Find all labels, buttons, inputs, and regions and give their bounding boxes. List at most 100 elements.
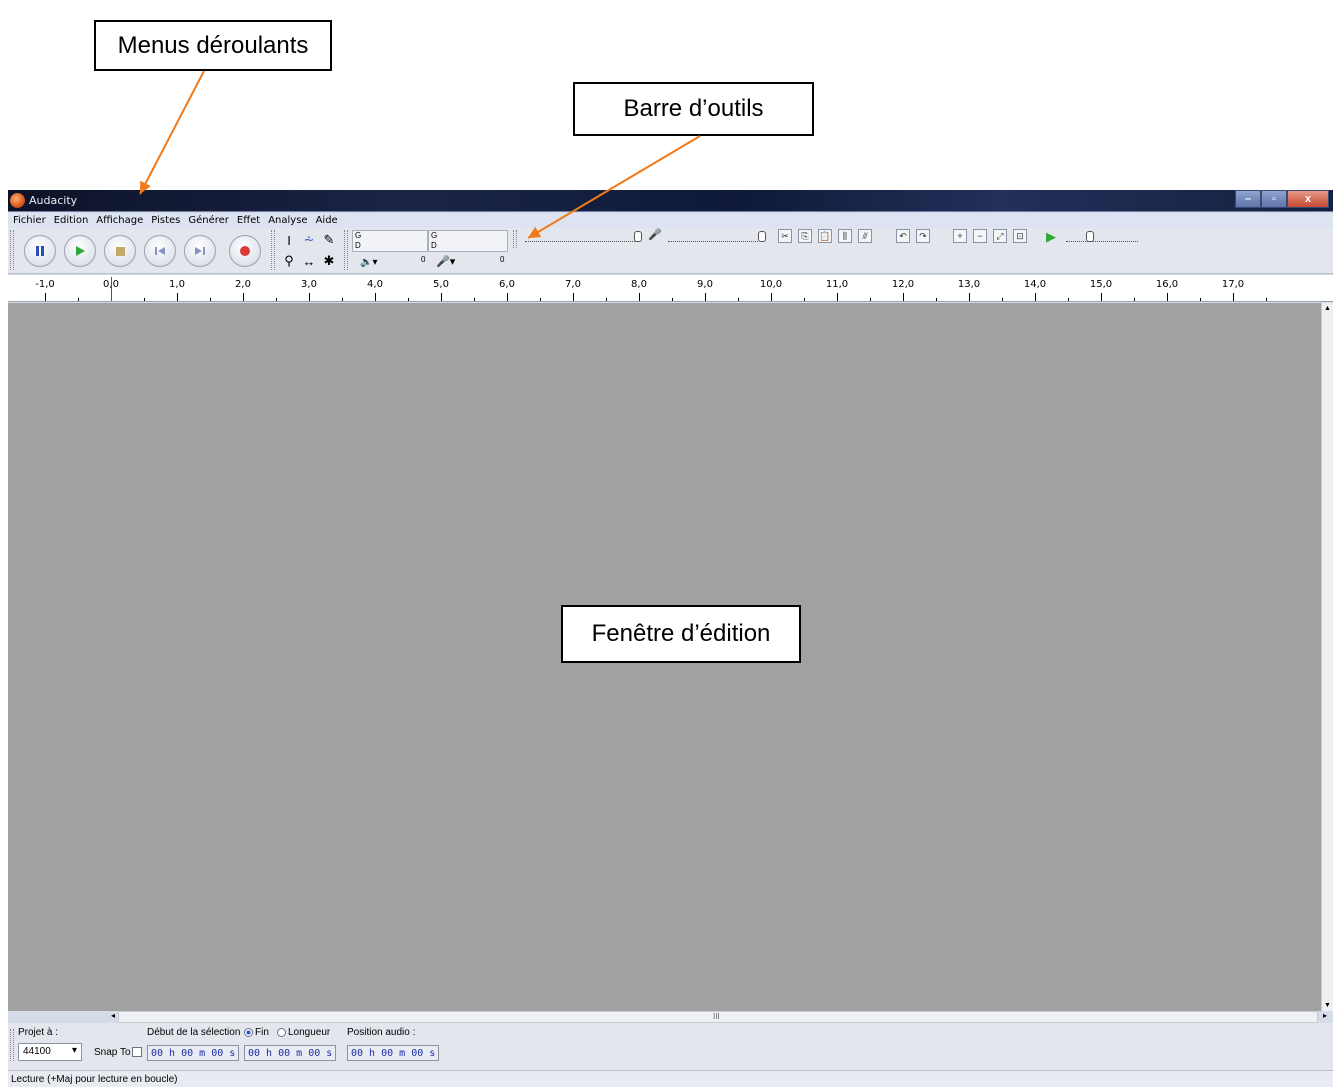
scroll-down-arrow[interactable]: ▼ <box>1324 1002 1331 1009</box>
end-radio-option[interactable]: Fin <box>244 1027 269 1038</box>
selection-end-time[interactable]: 00 h 00 m 00 s <box>244 1045 336 1061</box>
selection-tool-icon[interactable]: I <box>280 231 298 249</box>
horizontal-scrollbar[interactable]: ◂ III ▸ <box>111 1011 1327 1023</box>
ruler-major-tick <box>1167 293 1168 301</box>
draw-tool-icon[interactable]: ✎ <box>320 231 338 249</box>
selection-grip[interactable] <box>10 1029 14 1061</box>
input-zero-label: 0 <box>500 255 505 264</box>
menu-pistes[interactable]: Pistes <box>151 215 180 226</box>
input-meter[interactable]: G D <box>428 230 508 252</box>
close-button[interactable]: x <box>1287 190 1329 208</box>
skip-end-button[interactable] <box>184 235 216 267</box>
mixer-grip[interactable] <box>513 230 517 248</box>
vertical-scrollbar[interactable]: ▲ ▼ <box>1321 303 1333 1011</box>
ruler-minor-tick <box>342 298 343 301</box>
play-speed-thumb[interactable] <box>1086 231 1094 242</box>
length-label: Longueur <box>288 1027 331 1038</box>
fit-project-icon[interactable]: ⊡ <box>1013 229 1027 243</box>
toolbar-grip[interactable] <box>10 230 14 270</box>
input-volume-thumb[interactable] <box>758 231 766 242</box>
output-volume-thumb[interactable] <box>634 231 642 242</box>
menu-effet[interactable]: Effet <box>237 215 260 226</box>
envelope-tool-icon[interactable]: ⩪ <box>300 231 318 249</box>
arrow-menus <box>139 70 205 195</box>
minimize-button[interactable]: – <box>1235 190 1261 208</box>
fit-selection-icon[interactable]: ⤢ <box>993 229 1007 243</box>
input-volume-icon: 🎤 <box>648 229 662 241</box>
ruler-major-tick <box>309 293 310 301</box>
audio-position-time[interactable]: 00 h 00 m 00 s <box>347 1045 439 1061</box>
meter-grip[interactable] <box>344 230 348 270</box>
zoom-in-icon[interactable]: + <box>953 229 967 243</box>
length-radio-option[interactable]: Longueur <box>277 1027 330 1038</box>
menu-affichage[interactable]: Affichage <box>96 215 143 226</box>
toolbar: I ⩪ ✎ ⚲ ↔ ✱ G D G D 🔈▾ 0 🎤▾ 0 🎤 ✂ ⎘ 📋 ⫼ … <box>8 228 1333 274</box>
window-title: Audacity <box>29 194 78 207</box>
tools-grip[interactable] <box>271 230 275 270</box>
pause-icon <box>36 246 44 256</box>
redo-icon[interactable]: ↷ <box>916 229 930 243</box>
maximize-button[interactable]: ▫ <box>1261 190 1287 208</box>
zoom-tool-icon[interactable]: ⚲ <box>280 252 298 270</box>
output-volume-slider[interactable] <box>525 236 635 242</box>
undo-icon[interactable]: ↶ <box>896 229 910 243</box>
trim-icon[interactable]: ⫼ <box>838 229 852 243</box>
playhead-marker[interactable] <box>111 277 112 301</box>
ruler-label: 5,0 <box>433 279 449 290</box>
skip-start-icon <box>155 247 165 255</box>
ruler-label: 7,0 <box>565 279 581 290</box>
ruler-label: 14,0 <box>1023 279 1047 290</box>
ruler-label: 6,0 <box>499 279 515 290</box>
timeline-ruler[interactable]: -1,00,01,02,03,04,05,06,07,08,09,010,011… <box>8 275 1333 302</box>
microphone-icon[interactable]: 🎤▾ <box>436 255 455 268</box>
copy-icon[interactable]: ⎘ <box>798 229 812 243</box>
play-speed-slider[interactable] <box>1066 236 1138 242</box>
output-zero-label: 0 <box>421 255 426 264</box>
ruler-major-tick <box>375 293 376 301</box>
scroll-left-arrow[interactable]: ◂ <box>111 1011 115 1020</box>
ruler-label: 13,0 <box>957 279 981 290</box>
timeshift-tool-icon[interactable]: ↔ <box>300 252 318 270</box>
input-volume-slider[interactable] <box>668 236 758 242</box>
snap-to-checkbox[interactable] <box>132 1047 142 1057</box>
menu-edition[interactable]: Edition <box>54 215 89 226</box>
play-button[interactable] <box>64 235 96 267</box>
record-icon <box>240 246 250 256</box>
speaker-icon[interactable]: 🔈▾ <box>360 257 377 268</box>
record-button[interactable] <box>229 235 261 267</box>
output-meter[interactable]: G D <box>352 230 428 252</box>
ruler-minor-tick <box>738 298 739 301</box>
project-rate-select[interactable]: 44100 ▾ <box>18 1043 82 1061</box>
zoom-out-icon[interactable]: − <box>973 229 987 243</box>
ruler-label: 17,0 <box>1221 279 1245 290</box>
multi-tool-icon[interactable]: ✱ <box>320 252 338 270</box>
skip-start-button[interactable] <box>144 235 176 267</box>
ruler-major-tick <box>177 293 178 301</box>
selection-start-time[interactable]: 00 h 00 m 00 s <box>147 1045 239 1061</box>
output-meter-right-label: D <box>355 241 361 250</box>
ruler-minor-tick <box>804 298 805 301</box>
menu-analyse[interactable]: Analyse <box>268 215 307 226</box>
silence-icon[interactable]: ⫻ <box>858 229 872 243</box>
ruler-label: 1,0 <box>169 279 185 290</box>
ruler-major-tick <box>903 293 904 301</box>
ruler-major-tick <box>705 293 706 301</box>
status-bar: Lecture (+Maj pour lecture en boucle) <box>8 1070 1333 1087</box>
paste-icon[interactable]: 📋 <box>818 229 832 243</box>
play-at-speed-icon[interactable]: ▶ <box>1046 229 1056 245</box>
stop-button[interactable] <box>104 235 136 267</box>
ruler-minor-tick <box>210 298 211 301</box>
scroll-right-arrow[interactable]: ▸ <box>1323 1011 1327 1020</box>
skip-end-icon <box>195 247 205 255</box>
cut-icon[interactable]: ✂ <box>778 229 792 243</box>
menu-fichier[interactable]: Fichier <box>13 215 46 226</box>
pause-button[interactable] <box>24 235 56 267</box>
menu-aide[interactable]: Aide <box>316 215 338 226</box>
menu-generer[interactable]: Générer <box>188 215 229 226</box>
length-radio[interactable] <box>277 1027 286 1037</box>
ruler-major-tick <box>1233 293 1234 301</box>
edit-window[interactable]: Fenêtre d’édition <box>8 303 1321 1011</box>
snap-to-label: Snap To <box>94 1047 131 1058</box>
end-radio[interactable] <box>244 1027 253 1037</box>
scroll-up-arrow[interactable]: ▲ <box>1324 305 1331 312</box>
